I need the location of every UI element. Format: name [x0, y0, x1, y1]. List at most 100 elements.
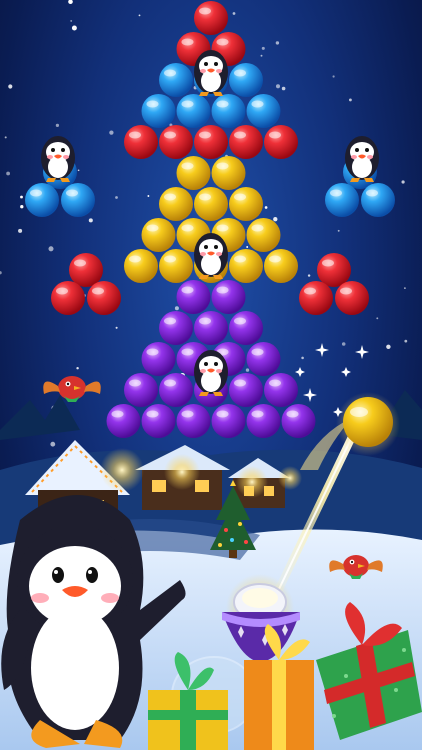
bubble-purple[interactable] [141, 404, 176, 438]
bubble-red[interactable] [299, 281, 333, 315]
bubble-yellow[interactable] [229, 249, 263, 283]
bubble-red[interactable] [124, 125, 158, 159]
snowflake [341, 342, 346, 346]
bubble-blue[interactable] [361, 183, 395, 217]
bubble-purple[interactable] [229, 373, 263, 407]
snowflake [260, 54, 263, 57]
bubble-red[interactable] [264, 125, 298, 159]
snowflake [332, 75, 335, 78]
bubble-red[interactable] [229, 125, 263, 159]
bubble-purple[interactable] [141, 342, 176, 376]
bubble-blue[interactable] [25, 183, 59, 217]
sparkle [295, 367, 305, 377]
bubble-blue[interactable] [61, 183, 95, 217]
bubble-yellow[interactable] [159, 187, 193, 221]
bubble-blue[interactable] [246, 94, 281, 128]
snowflake [273, 217, 278, 222]
bubble-blue[interactable] [141, 94, 176, 128]
bubble-yellow[interactable] [264, 249, 298, 283]
bubble-yellow[interactable] [194, 187, 228, 221]
snowflake [0, 271, 2, 275]
bubble-yellow[interactable] [211, 156, 246, 190]
snowflake [55, 123, 60, 128]
snowflake [76, 366, 79, 370]
bubble-red[interactable] [194, 1, 228, 35]
snowflake [109, 130, 114, 135]
bubble-purple[interactable] [176, 280, 211, 314]
snowflake [246, 246, 249, 248]
snowflake [48, 246, 54, 252]
snowflake [404, 287, 406, 289]
snowflake [88, 218, 93, 223]
bubble-blue[interactable] [325, 183, 359, 217]
bubble-yellow[interactable] [229, 187, 263, 221]
snowflake [275, 41, 280, 45]
sparkle [355, 345, 369, 359]
snowflake [301, 356, 304, 360]
snowflake [8, 84, 13, 89]
bubble-blue[interactable] [176, 94, 211, 128]
snowflake [68, 0, 73, 5]
bubble-purple[interactable] [124, 373, 158, 407]
snowflake [264, 206, 268, 209]
bubble-purple[interactable] [246, 342, 281, 376]
bubble-purple[interactable] [106, 404, 141, 438]
snowflake [337, 229, 340, 232]
sparkle [303, 388, 317, 402]
bubble-purple[interactable] [211, 280, 246, 314]
shooter-bubble [336, 392, 400, 456]
bubble-purple[interactable] [264, 373, 298, 407]
bubble-red[interactable] [194, 125, 228, 159]
bird-icon [43, 376, 101, 402]
bubble-red[interactable] [69, 253, 103, 287]
bubble-yellow[interactable] [246, 218, 281, 252]
snowflake [20, 205, 24, 209]
snowflake [20, 195, 23, 199]
snowflake [245, 368, 250, 372]
bubble-purple[interactable] [176, 404, 211, 438]
bubble-purple[interactable] [159, 373, 193, 407]
bubble-blue[interactable] [229, 63, 263, 97]
bubble-purple[interactable] [194, 311, 228, 345]
bubble-red[interactable] [51, 281, 85, 315]
bubble-red[interactable] [317, 253, 351, 287]
bubble-purple[interactable] [281, 404, 316, 438]
snowflake [261, 46, 265, 50]
bubble-blue[interactable] [159, 63, 193, 97]
snowflake [115, 326, 118, 329]
snowflake [376, 317, 379, 320]
snowflake [232, 12, 236, 15]
snowflake [147, 195, 150, 197]
snowflake [275, 84, 281, 89]
snowflake [386, 344, 391, 350]
snowflake [174, 306, 179, 311]
snowflake [281, 86, 286, 91]
snowflake [348, 98, 352, 102]
bubble-red[interactable] [335, 281, 369, 315]
snowflake [138, 14, 141, 17]
game-stage[interactable] [0, 0, 422, 750]
sparkle [315, 343, 329, 357]
snowflake [4, 136, 7, 139]
snowflake [70, 19, 73, 22]
bubble-red[interactable] [159, 125, 193, 159]
snowflake [115, 196, 118, 199]
bubble-red[interactable] [87, 281, 121, 315]
snowflake [77, 169, 80, 172]
bubble-yellow[interactable] [124, 249, 158, 283]
sparkle [341, 367, 351, 377]
bubble-purple[interactable] [246, 404, 281, 438]
bubble-purple[interactable] [229, 311, 263, 345]
snowflake [6, 171, 11, 176]
snowflake [404, 339, 408, 343]
bubble-purple[interactable] [159, 311, 193, 345]
bubble-yellow[interactable] [141, 218, 176, 252]
snowflake [401, 180, 405, 184]
bubble-purple[interactable] [211, 404, 246, 438]
snowflake [71, 25, 77, 31]
snowflake [50, 441, 56, 447]
bubble-blue[interactable] [211, 94, 246, 128]
bubble-yellow[interactable] [176, 156, 211, 190]
game-canvas[interactable] [0, 0, 422, 750]
bubble-yellow[interactable] [159, 249, 193, 283]
